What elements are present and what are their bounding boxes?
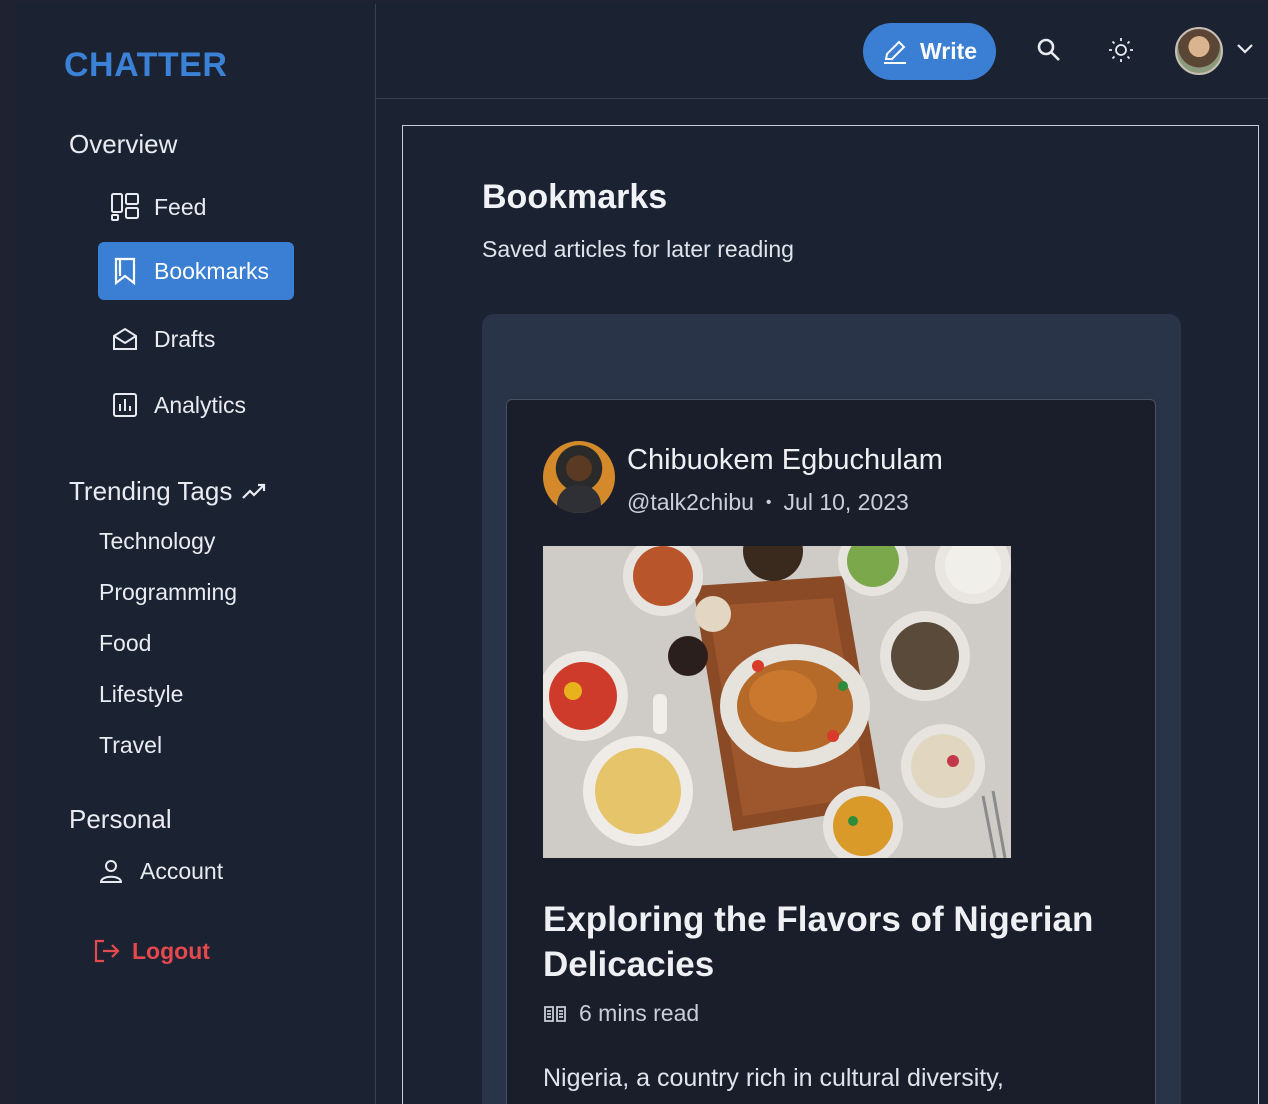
page-subtitle: Saved articles for later reading	[482, 236, 794, 262]
user-icon	[96, 856, 126, 886]
top-bar: Write	[376, 4, 1268, 99]
search-icon[interactable]	[1033, 34, 1065, 66]
post-date: Jul 10, 2023	[783, 489, 909, 515]
sidebar-item-bookmarks[interactable]: Bookmarks	[98, 242, 294, 300]
trending-tags-label: Trending Tags	[69, 476, 233, 506]
article-title[interactable]: Exploring the Flavors of Nigerian Delica…	[543, 897, 1103, 987]
author-handle: @talk2chibu	[627, 489, 754, 515]
write-button[interactable]: Write	[863, 23, 996, 80]
avatar-suit	[557, 485, 601, 513]
sidebar-item-account[interactable]: Account	[96, 842, 276, 900]
feed-icon	[110, 192, 140, 222]
avatar[interactable]	[1175, 27, 1223, 75]
author-name[interactable]: Chibuokem Egbuchulam	[627, 444, 943, 477]
logout-label: Logout	[132, 937, 210, 964]
sidebar: CHATTER Overview Feed Bookmarks Drafts A…	[16, 4, 376, 1104]
logout-button[interactable]: Logout	[92, 936, 210, 966]
analytics-icon	[110, 390, 140, 420]
bookmarks-list: Chibuokem Egbuchulam @talk2chibu • Jul 1…	[482, 314, 1181, 1104]
sidebar-item-label: Account	[140, 857, 224, 884]
author-meta: @talk2chibu • Jul 10, 2023	[627, 489, 909, 516]
separator-dot: •	[765, 493, 772, 511]
tag-lifestyle[interactable]: Lifestyle	[99, 681, 183, 708]
drafts-icon	[110, 324, 140, 354]
tag-technology[interactable]: Technology	[99, 528, 215, 555]
tag-programming[interactable]: Programming	[99, 579, 237, 606]
brand-logo[interactable]: CHATTER	[64, 46, 227, 85]
chevron-down-icon[interactable]	[1236, 42, 1254, 61]
page-title: Bookmarks	[482, 178, 668, 216]
pencil-icon	[882, 39, 908, 65]
article-cover-image[interactable]	[543, 546, 1011, 858]
trending-up-icon	[242, 483, 266, 501]
article-excerpt: Nigeria, a country rich in cultural dive…	[543, 1064, 1004, 1092]
write-label: Write	[919, 38, 978, 64]
logout-icon	[92, 936, 122, 966]
main-panel: Bookmarks Saved articles for later readi…	[402, 125, 1259, 1104]
read-time: 6 mins read	[543, 1000, 699, 1027]
sun-icon[interactable]	[1105, 34, 1137, 66]
overview-heading: Overview	[69, 129, 178, 159]
book-open-icon	[543, 1004, 567, 1024]
app-window: CHATTER Overview Feed Bookmarks Drafts A…	[16, 4, 1268, 1104]
sidebar-item-label: Feed	[154, 193, 207, 220]
sidebar-item-label: Bookmarks	[154, 257, 270, 284]
sidebar-item-feed[interactable]: Feed	[104, 178, 294, 236]
bookmark-icon	[110, 256, 140, 286]
sidebar-item-label: Drafts	[154, 325, 216, 352]
read-time-label: 6 mins read	[579, 1000, 700, 1026]
trending-tags-heading: Trending Tags	[69, 476, 266, 507]
sidebar-item-label: Analytics	[154, 391, 247, 418]
sidebar-item-drafts[interactable]: Drafts	[104, 310, 294, 368]
sidebar-item-analytics[interactable]: Analytics	[104, 376, 294, 434]
tag-travel[interactable]: Travel	[99, 732, 162, 759]
personal-heading: Personal	[69, 804, 172, 834]
article-card[interactable]: Chibuokem Egbuchulam @talk2chibu • Jul 1…	[506, 399, 1156, 1104]
author-avatar[interactable]	[543, 441, 615, 513]
tag-food[interactable]: Food	[99, 630, 151, 657]
